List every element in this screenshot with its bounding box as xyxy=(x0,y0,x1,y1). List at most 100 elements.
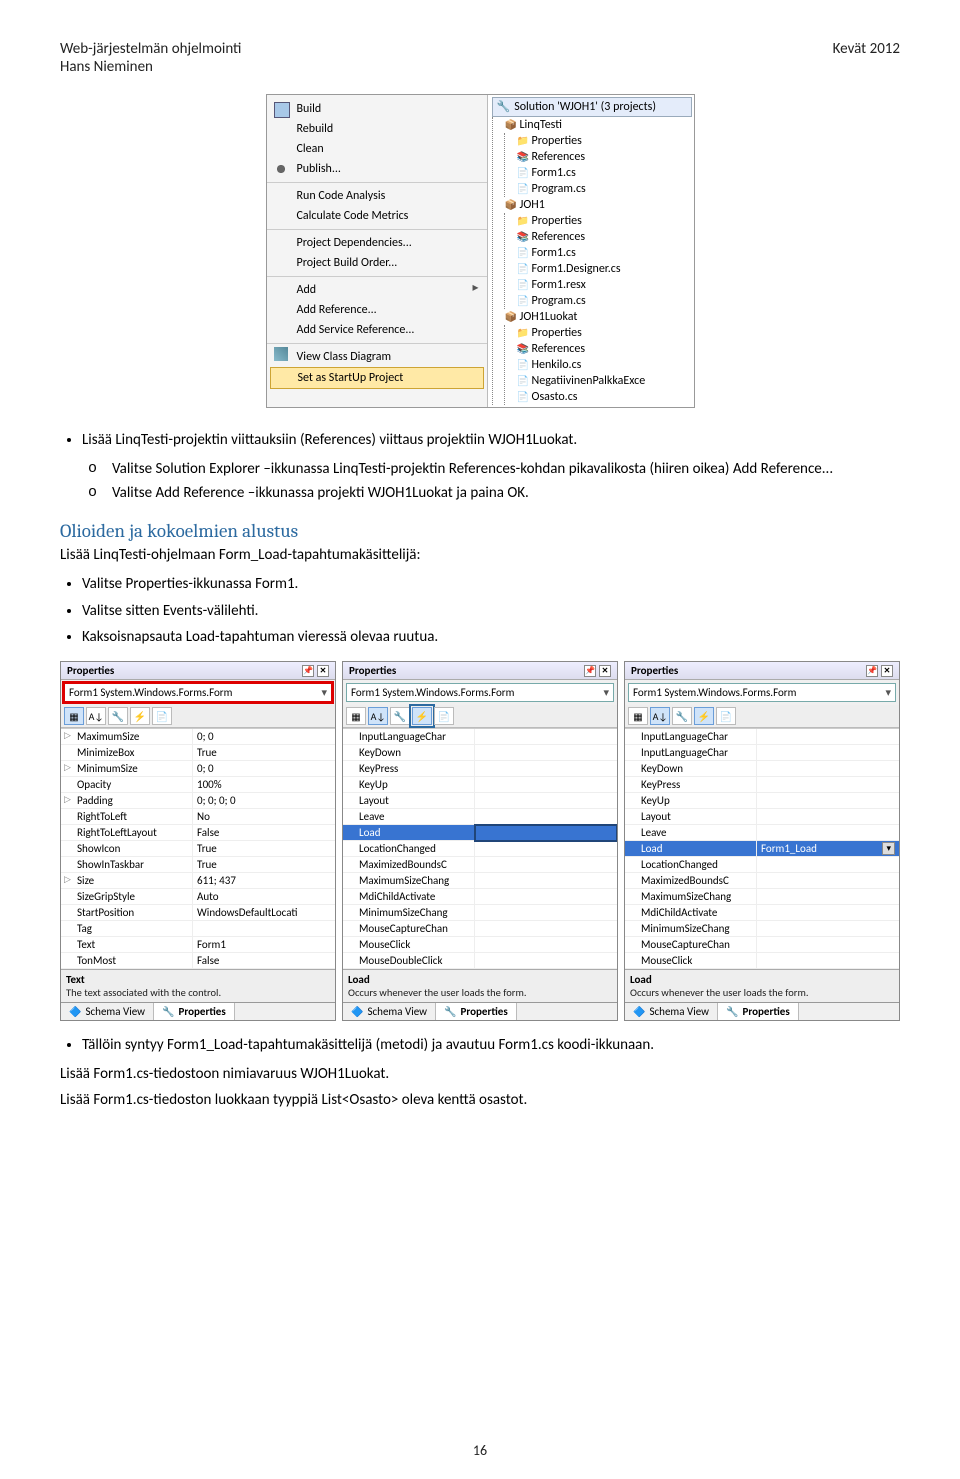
prop-grid[interactable]: InputLanguageCharInputLanguageCharKeyDow… xyxy=(625,728,899,969)
prop-row[interactable]: KeyUp xyxy=(343,777,617,793)
tab-schema[interactable]: Schema View xyxy=(625,1003,718,1020)
object-selector[interactable]: Form1 System.Windows.Forms.Form xyxy=(346,683,614,702)
tree-item[interactable]: Form1.Designer.cs xyxy=(516,261,692,277)
close-icon[interactable]: ✕ xyxy=(317,665,329,677)
prop-row[interactable]: MaximizedBoundsC xyxy=(625,873,899,889)
prop-row[interactable]: MouseCaptureChan xyxy=(343,921,617,937)
prop-row[interactable]: SizeGripStyleAuto xyxy=(61,889,335,905)
prop-row[interactable]: MouseClick xyxy=(343,937,617,953)
prop-row[interactable]: Load xyxy=(343,825,617,841)
prop-row[interactable]: MinimumSize0; 0 xyxy=(61,761,335,777)
prop-row[interactable]: Layout xyxy=(343,793,617,809)
tree-item[interactable]: Properties xyxy=(516,213,692,229)
prop-row[interactable]: InputLanguageChar xyxy=(625,729,899,745)
prop-row[interactable]: TonMostFalse xyxy=(61,953,335,969)
alpha-icon[interactable]: A↓ xyxy=(86,707,106,725)
prop-row[interactable]: MdiChildActivate xyxy=(343,889,617,905)
object-selector[interactable]: Form1 System.Windows.Forms.Form xyxy=(628,683,896,702)
categorized-icon[interactable]: ▦ xyxy=(64,707,84,725)
tree-item[interactable]: Henkilo.cs xyxy=(516,357,692,373)
prop-row[interactable]: KeyPress xyxy=(625,777,899,793)
tab-schema[interactable]: Schema View xyxy=(61,1003,154,1020)
ctx-item-view-diagram[interactable]: View Class Diagram xyxy=(267,343,487,367)
prop-row[interactable]: MouseCaptureChan xyxy=(625,937,899,953)
ctx-item-calc-metrics[interactable]: Calculate Code Metrics xyxy=(267,206,487,226)
tree-item[interactable]: Program.cs xyxy=(516,181,692,197)
close-icon[interactable]: ✕ xyxy=(599,665,611,677)
ctx-item-add[interactable]: Add xyxy=(267,276,487,300)
tab-schema[interactable]: Schema View xyxy=(343,1003,436,1020)
prop-grid[interactable]: InputLanguageCharKeyDownKeyPressKeyUpLay… xyxy=(343,728,617,969)
alpha-icon[interactable]: A↓ xyxy=(650,707,670,725)
prop-row[interactable]: MaximumSizeChang xyxy=(343,873,617,889)
tree-proj-linqtesti[interactable]: LinqTesti xyxy=(504,117,692,133)
pages-icon[interactable]: 📄 xyxy=(434,707,454,725)
tree-item[interactable]: Form1.resx xyxy=(516,277,692,293)
alpha-icon[interactable]: A↓ xyxy=(368,707,388,725)
prop-row[interactable]: KeyPress xyxy=(343,761,617,777)
prop-row[interactable]: MouseClick xyxy=(625,953,899,969)
properties-icon[interactable]: 🔧 xyxy=(390,707,410,725)
tree-item[interactable]: References xyxy=(516,341,692,357)
ctx-item-build[interactable]: Build xyxy=(267,99,487,119)
tree-item[interactable]: Program.cs xyxy=(516,293,692,309)
ctx-item-startup[interactable]: Set as StartUp Project xyxy=(270,367,484,389)
prop-row[interactable]: KeyDown xyxy=(625,761,899,777)
prop-row[interactable]: KeyUp xyxy=(625,793,899,809)
pages-icon[interactable]: 📄 xyxy=(152,707,172,725)
categorized-icon[interactable]: ▦ xyxy=(346,707,366,725)
events-icon[interactable]: ⚡ xyxy=(130,707,150,725)
prop-row[interactable]: MinimizeBoxTrue xyxy=(61,745,335,761)
events-icon[interactable]: ⚡ xyxy=(412,707,432,725)
prop-row[interactable]: LoadForm1_Load▾ xyxy=(625,841,899,857)
prop-row[interactable]: TextForm1 xyxy=(61,937,335,953)
tree-item[interactable]: Properties xyxy=(516,325,692,341)
pin-icon[interactable]: 📌 xyxy=(866,665,878,677)
prop-row[interactable]: LocationChanged xyxy=(343,841,617,857)
tree-item[interactable]: NegatiivinenPalkkaExce xyxy=(516,373,692,389)
prop-row[interactable]: Tag xyxy=(61,921,335,937)
prop-row[interactable]: MaximumSizeChang xyxy=(625,889,899,905)
prop-row[interactable]: LocationChanged xyxy=(625,857,899,873)
object-selector[interactable]: Form1 System.Windows.Forms.Form xyxy=(64,683,332,702)
prop-row[interactable]: KeyDown xyxy=(343,745,617,761)
prop-row[interactable]: MinimumSizeChang xyxy=(625,921,899,937)
tree-item[interactable]: References xyxy=(516,229,692,245)
tab-properties[interactable]: Properties xyxy=(154,1003,235,1020)
prop-row[interactable]: ShowIconTrue xyxy=(61,841,335,857)
pages-icon[interactable]: 📄 xyxy=(716,707,736,725)
prop-grid[interactable]: MaximumSize0; 0MinimizeBoxTrueMinimumSiz… xyxy=(61,728,335,969)
solution-title[interactable]: Solution 'WJOH1' (3 projects) xyxy=(492,97,692,117)
prop-row[interactable]: RightToLeftNo xyxy=(61,809,335,825)
properties-icon[interactable]: 🔧 xyxy=(672,707,692,725)
ctx-item-run-analysis[interactable]: Run Code Analysis xyxy=(267,182,487,206)
prop-row[interactable]: MouseDoubleClick xyxy=(343,953,617,969)
prop-row[interactable]: ShowInTaskbarTrue xyxy=(61,857,335,873)
prop-row[interactable]: MaximizedBoundsC xyxy=(343,857,617,873)
ctx-item-clean[interactable]: Clean xyxy=(267,139,487,159)
prop-row[interactable]: StartPositionWindowsDefaultLocati xyxy=(61,905,335,921)
prop-row[interactable]: Leave xyxy=(625,825,899,841)
ctx-item-add-service-ref[interactable]: Add Service Reference... xyxy=(267,320,487,340)
tree-item[interactable]: Properties xyxy=(516,133,692,149)
prop-row[interactable]: Layout xyxy=(625,809,899,825)
ctx-item-rebuild[interactable]: Rebuild xyxy=(267,119,487,139)
tree-proj-joh1[interactable]: JOH1 xyxy=(504,197,692,213)
prop-row[interactable]: RightToLeftLayoutFalse xyxy=(61,825,335,841)
events-icon[interactable]: ⚡ xyxy=(694,707,714,725)
tab-properties[interactable]: Properties xyxy=(436,1003,517,1020)
prop-row[interactable]: MinimumSizeChang xyxy=(343,905,617,921)
ctx-item-add-ref[interactable]: Add Reference... xyxy=(267,300,487,320)
prop-row[interactable]: Leave xyxy=(343,809,617,825)
prop-row[interactable]: Opacity100% xyxy=(61,777,335,793)
ctx-item-build-order[interactable]: Project Build Order... xyxy=(267,253,487,273)
properties-icon[interactable]: 🔧 xyxy=(108,707,128,725)
ctx-item-publish[interactable]: Publish... xyxy=(267,159,487,179)
tree-item[interactable]: Osasto.cs xyxy=(516,389,692,405)
prop-row[interactable]: MaximumSize0; 0 xyxy=(61,729,335,745)
tree-item[interactable]: Form1.cs xyxy=(516,245,692,261)
tree-item[interactable]: Form1.cs xyxy=(516,165,692,181)
prop-row[interactable]: Padding0; 0; 0; 0 xyxy=(61,793,335,809)
categorized-icon[interactable]: ▦ xyxy=(628,707,648,725)
prop-row[interactable]: InputLanguageChar xyxy=(625,745,899,761)
